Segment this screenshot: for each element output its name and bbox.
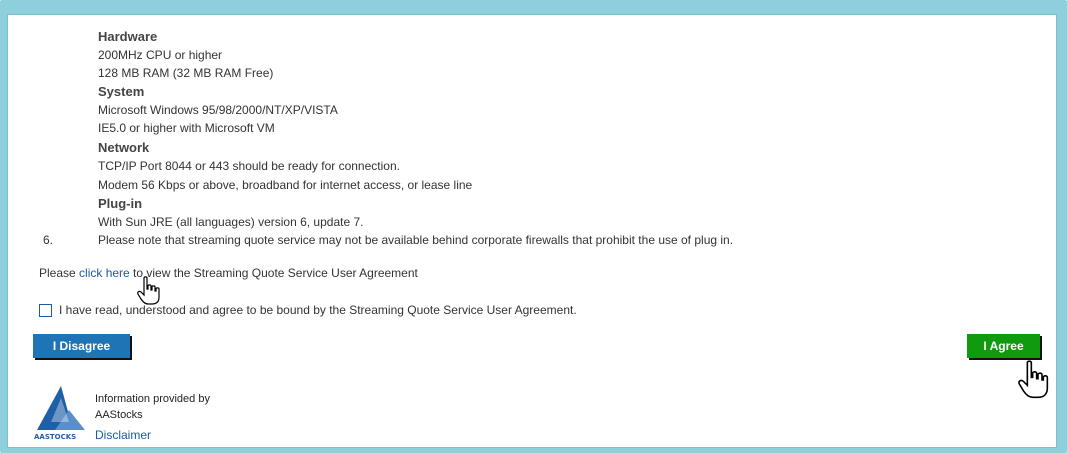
plugin-line: With Sun JRE (all languages) version 6, … bbox=[98, 215, 364, 229]
agree-checkbox-row: I have read, understood and agree to be … bbox=[39, 303, 577, 317]
outer-frame: Hardware 200MHz CPU or higher 128 MB RAM… bbox=[0, 0, 1067, 453]
agree-checkbox[interactable] bbox=[39, 303, 52, 317]
plugin-heading: Plug-in bbox=[98, 196, 143, 211]
hardware-heading: Hardware bbox=[98, 29, 158, 44]
provider-info-line: Information provided by bbox=[95, 393, 210, 405]
network-line: Modem 56 Kbps or above, broadband for in… bbox=[98, 178, 473, 192]
disagree-button[interactable]: I Disagree bbox=[33, 334, 130, 358]
logo-text: AASTOCKS bbox=[34, 433, 76, 441]
agree-button[interactable]: I Agree bbox=[967, 334, 1040, 358]
hardware-line: 200MHz CPU or higher bbox=[98, 48, 223, 62]
system-heading: System bbox=[98, 84, 145, 99]
disclaimer-link[interactable]: Disclaimer bbox=[95, 428, 151, 442]
view-agreement-link[interactable]: click here bbox=[79, 266, 130, 280]
agree-checkbox-label[interactable]: I have read, understood and agree to be … bbox=[59, 303, 577, 317]
system-line: IE5.0 or higher with Microsoft VM bbox=[98, 121, 275, 135]
network-line: TCP/IP Port 8044 or 443 should be ready … bbox=[98, 159, 400, 173]
network-heading: Network bbox=[98, 140, 150, 155]
provider-info: Information provided by AAStocks bbox=[95, 391, 210, 423]
aastocks-logo: AASTOCKS bbox=[34, 386, 85, 441]
agreement-suffix: to view the Streaming Quote Service User… bbox=[129, 266, 418, 280]
system-line: Microsoft Windows 95/98/2000/NT/XP/VISTA bbox=[98, 103, 338, 117]
note-text: Please note that streaming quote service… bbox=[98, 233, 734, 247]
provider-name: AAStocks bbox=[95, 409, 143, 421]
agreement-prefix: Please bbox=[39, 266, 80, 280]
agreement-link-line: Please click here to view the Streaming … bbox=[39, 266, 418, 280]
provider-footer: AASTOCKS Information provided by AAStock… bbox=[33, 384, 333, 444]
note-number: 6. bbox=[43, 233, 54, 247]
hardware-line: 128 MB RAM (32 MB RAM Free) bbox=[98, 66, 274, 80]
agreement-panel: Hardware 200MHz CPU or higher 128 MB RAM… bbox=[7, 14, 1057, 448]
